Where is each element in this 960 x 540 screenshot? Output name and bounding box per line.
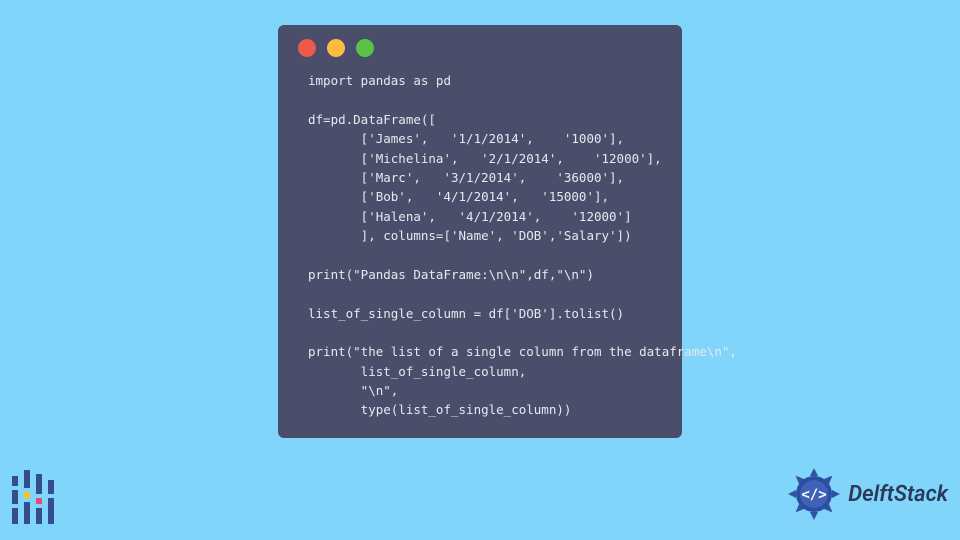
code-line: print("the list of a single column from … bbox=[308, 344, 737, 359]
code-line: ['Bob', '4/1/2014', '15000'], bbox=[308, 189, 609, 204]
code-line: ['James', '1/1/2014', '1000'], bbox=[308, 131, 624, 146]
code-line: ['Michelina', '2/1/2014', '12000'], bbox=[308, 151, 662, 166]
maximize-icon[interactable] bbox=[356, 39, 374, 57]
brand-name: DelftStack bbox=[848, 482, 948, 507]
code-line: ['Halena', '4/1/2014', '12000'] bbox=[308, 209, 632, 224]
window-titlebar bbox=[278, 25, 682, 63]
code-window: import pandas as pd df=pd.DataFrame([ ['… bbox=[278, 25, 682, 438]
code-block: import pandas as pd df=pd.DataFrame([ ['… bbox=[278, 63, 682, 420]
brand-medallion-icon: </> bbox=[786, 466, 842, 522]
svg-text:</>: </> bbox=[802, 487, 827, 503]
brand-container: </> DelftStack bbox=[786, 466, 948, 522]
minimize-icon[interactable] bbox=[327, 39, 345, 57]
code-line: ], columns=['Name', 'DOB','Salary']) bbox=[308, 228, 632, 243]
code-line: ['Marc', '3/1/2014', '36000'], bbox=[308, 170, 624, 185]
code-line: print("Pandas DataFrame:\n\n",df,"\n") bbox=[308, 267, 594, 282]
code-line: "\n", bbox=[308, 383, 398, 398]
code-line: import pandas as pd bbox=[308, 73, 451, 88]
code-line: list_of_single_column, bbox=[308, 364, 526, 379]
close-icon[interactable] bbox=[298, 39, 316, 57]
bars-logo-icon bbox=[8, 470, 56, 530]
code-line: type(list_of_single_column)) bbox=[308, 402, 571, 417]
code-line: list_of_single_column = df['DOB'].tolist… bbox=[308, 306, 624, 321]
code-line: df=pd.DataFrame([ bbox=[308, 112, 436, 127]
